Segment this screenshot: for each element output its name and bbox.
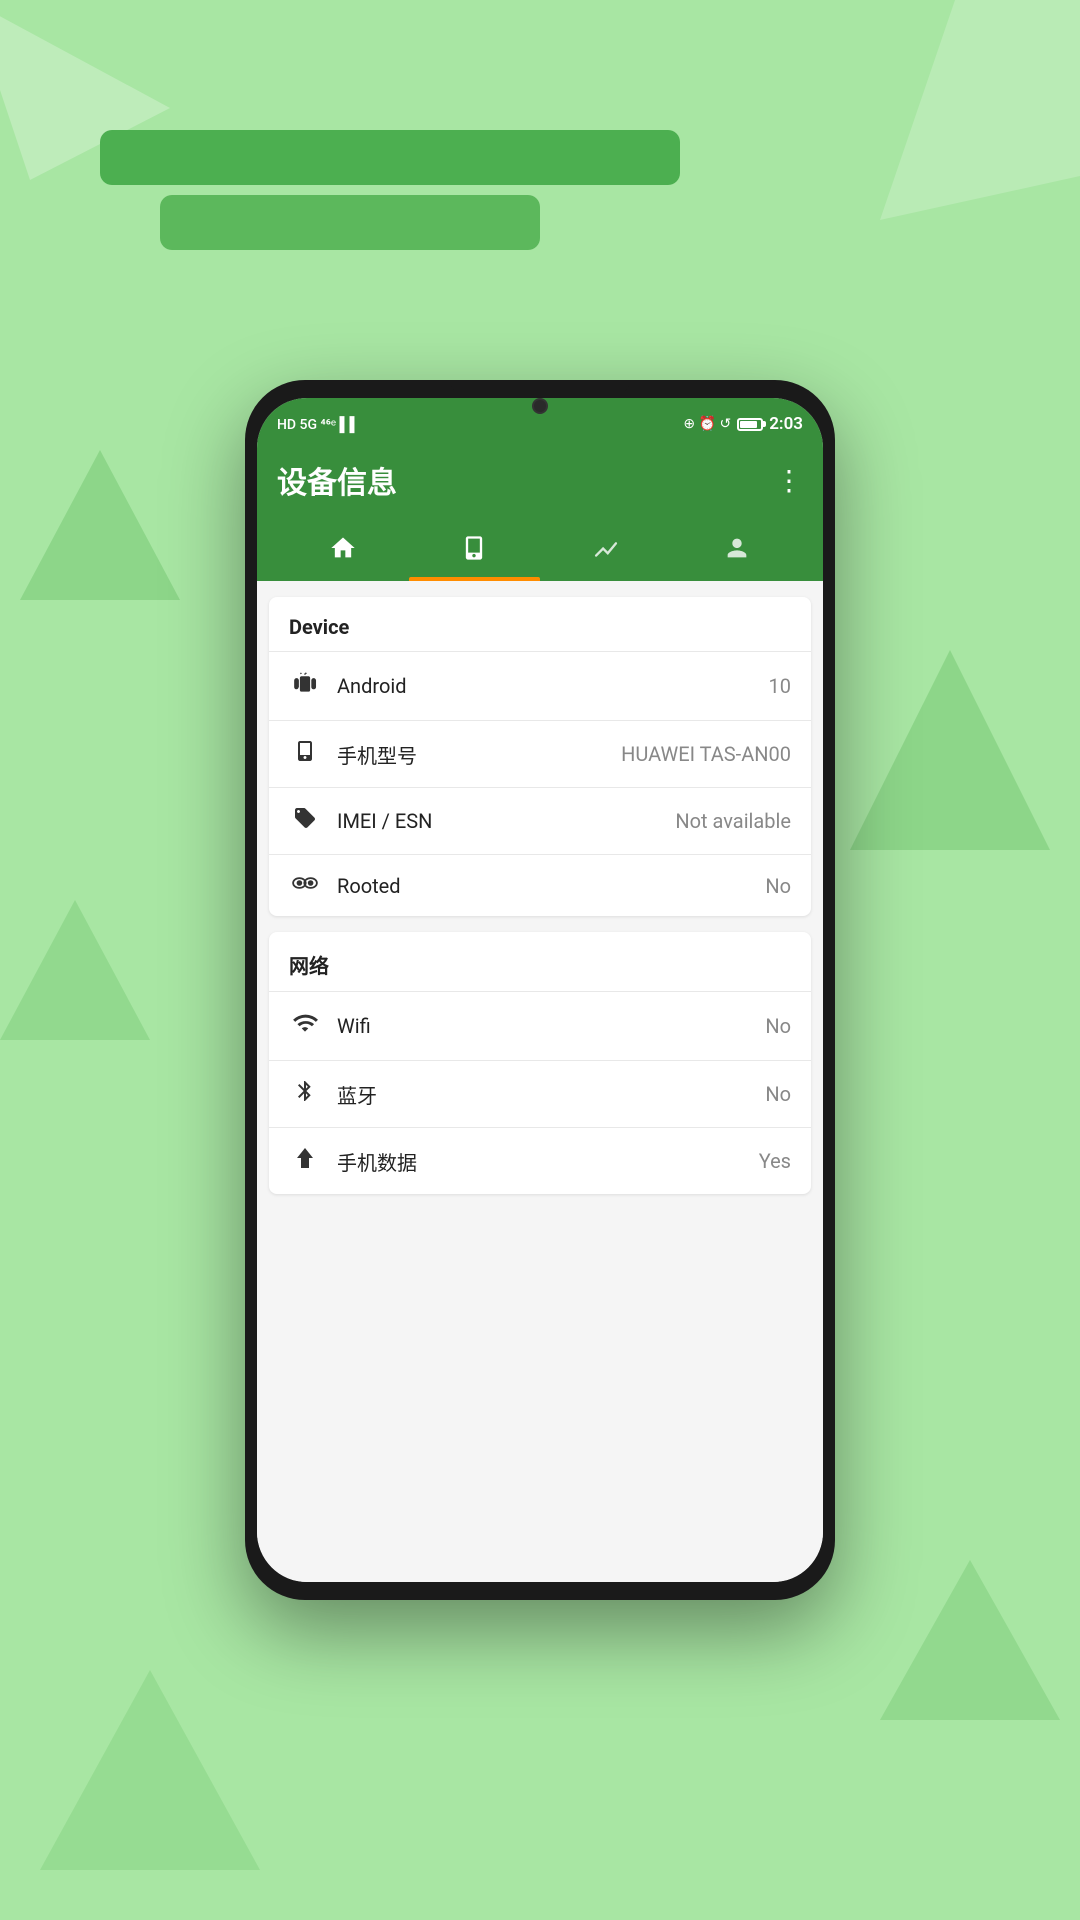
status-right-icons: ⊕ ⏰ ↺ 2:03 xyxy=(683,414,803,434)
status-left-icons: HD 5G ⁴⁶ᵉ ▌▌ xyxy=(277,416,359,433)
battery-icon xyxy=(737,418,763,431)
table-row: IMEI / ESN Not available xyxy=(269,788,811,855)
navigation-tabs xyxy=(277,522,803,581)
tab-profile[interactable] xyxy=(672,522,804,581)
stats-icon xyxy=(592,534,620,569)
mobile-data-value: Yes xyxy=(759,1149,791,1173)
phone-model-value: HUAWEI TAS-AN00 xyxy=(621,742,791,766)
page-title: 设备信息 xyxy=(277,458,397,502)
wifi-label: Wifi xyxy=(337,1014,765,1038)
status-left-text: HD 5G ⁴⁶ᵉ ▌▌ xyxy=(277,416,359,433)
network-section-title: 网络 xyxy=(269,932,811,992)
android-label: Android xyxy=(337,674,769,698)
phone-model-icon xyxy=(289,739,321,769)
table-row: 手机数据 Yes xyxy=(269,1128,811,1194)
table-row: Rooted No xyxy=(269,855,811,916)
app-header: 设备信息 ⋮ xyxy=(257,442,823,581)
mobile-data-label: 手机数据 xyxy=(337,1147,759,1176)
header-title-row: 设备信息 ⋮ xyxy=(277,458,803,502)
android-value: 10 xyxy=(769,674,791,698)
rooted-label: Rooted xyxy=(337,874,765,898)
phone-model-label: 手机型号 xyxy=(337,740,621,769)
menu-icon[interactable]: ⋮ xyxy=(775,464,803,497)
tab-stats[interactable] xyxy=(540,522,672,581)
table-row: Android 10 xyxy=(269,652,811,721)
rooted-value: No xyxy=(765,874,791,898)
wifi-icon xyxy=(289,1010,321,1042)
phone-frame: HD 5G ⁴⁶ᵉ ▌▌ ⊕ ⏰ ↺ 2:03 设备信息 ⋮ xyxy=(245,380,835,1600)
device-section-title: Device xyxy=(269,597,811,652)
tab-device[interactable] xyxy=(409,522,541,581)
phone-screen: HD 5G ⁴⁶ᵉ ▌▌ ⊕ ⏰ ↺ 2:03 设备信息 ⋮ xyxy=(257,398,823,1582)
bluetooth-label: 蓝牙 xyxy=(337,1080,765,1109)
tab-home[interactable] xyxy=(277,522,409,581)
network-info-card: 网络 Wifi No xyxy=(269,932,811,1194)
phone-camera xyxy=(532,398,548,414)
content-area: Device Android 10 xyxy=(257,581,823,1582)
tab-indicator xyxy=(409,577,541,581)
bluetooth-value: No xyxy=(765,1082,791,1106)
phone-notch xyxy=(450,380,630,394)
imei-icon xyxy=(289,806,321,836)
table-row: Wifi No xyxy=(269,992,811,1061)
status-icon-alarm: ⊕ ⏰ ↺ xyxy=(683,416,731,432)
table-row: 蓝牙 No xyxy=(269,1061,811,1128)
status-time: 2:03 xyxy=(769,414,803,434)
device-icon xyxy=(460,534,488,569)
wifi-value: No xyxy=(765,1014,791,1038)
android-icon xyxy=(289,670,321,702)
top-bar-1 xyxy=(100,130,680,185)
profile-icon xyxy=(723,534,751,569)
mobile-data-icon xyxy=(289,1146,321,1176)
table-row: 手机型号 HUAWEI TAS-AN00 xyxy=(269,721,811,788)
top-bar-2 xyxy=(160,195,540,250)
imei-label: IMEI / ESN xyxy=(337,809,675,833)
bluetooth-icon xyxy=(289,1079,321,1109)
top-decorative-bars xyxy=(100,130,700,250)
home-icon xyxy=(329,534,357,569)
device-info-card: Device Android 10 xyxy=(269,597,811,916)
rooted-icon xyxy=(289,873,321,898)
imei-value: Not available xyxy=(675,809,791,833)
